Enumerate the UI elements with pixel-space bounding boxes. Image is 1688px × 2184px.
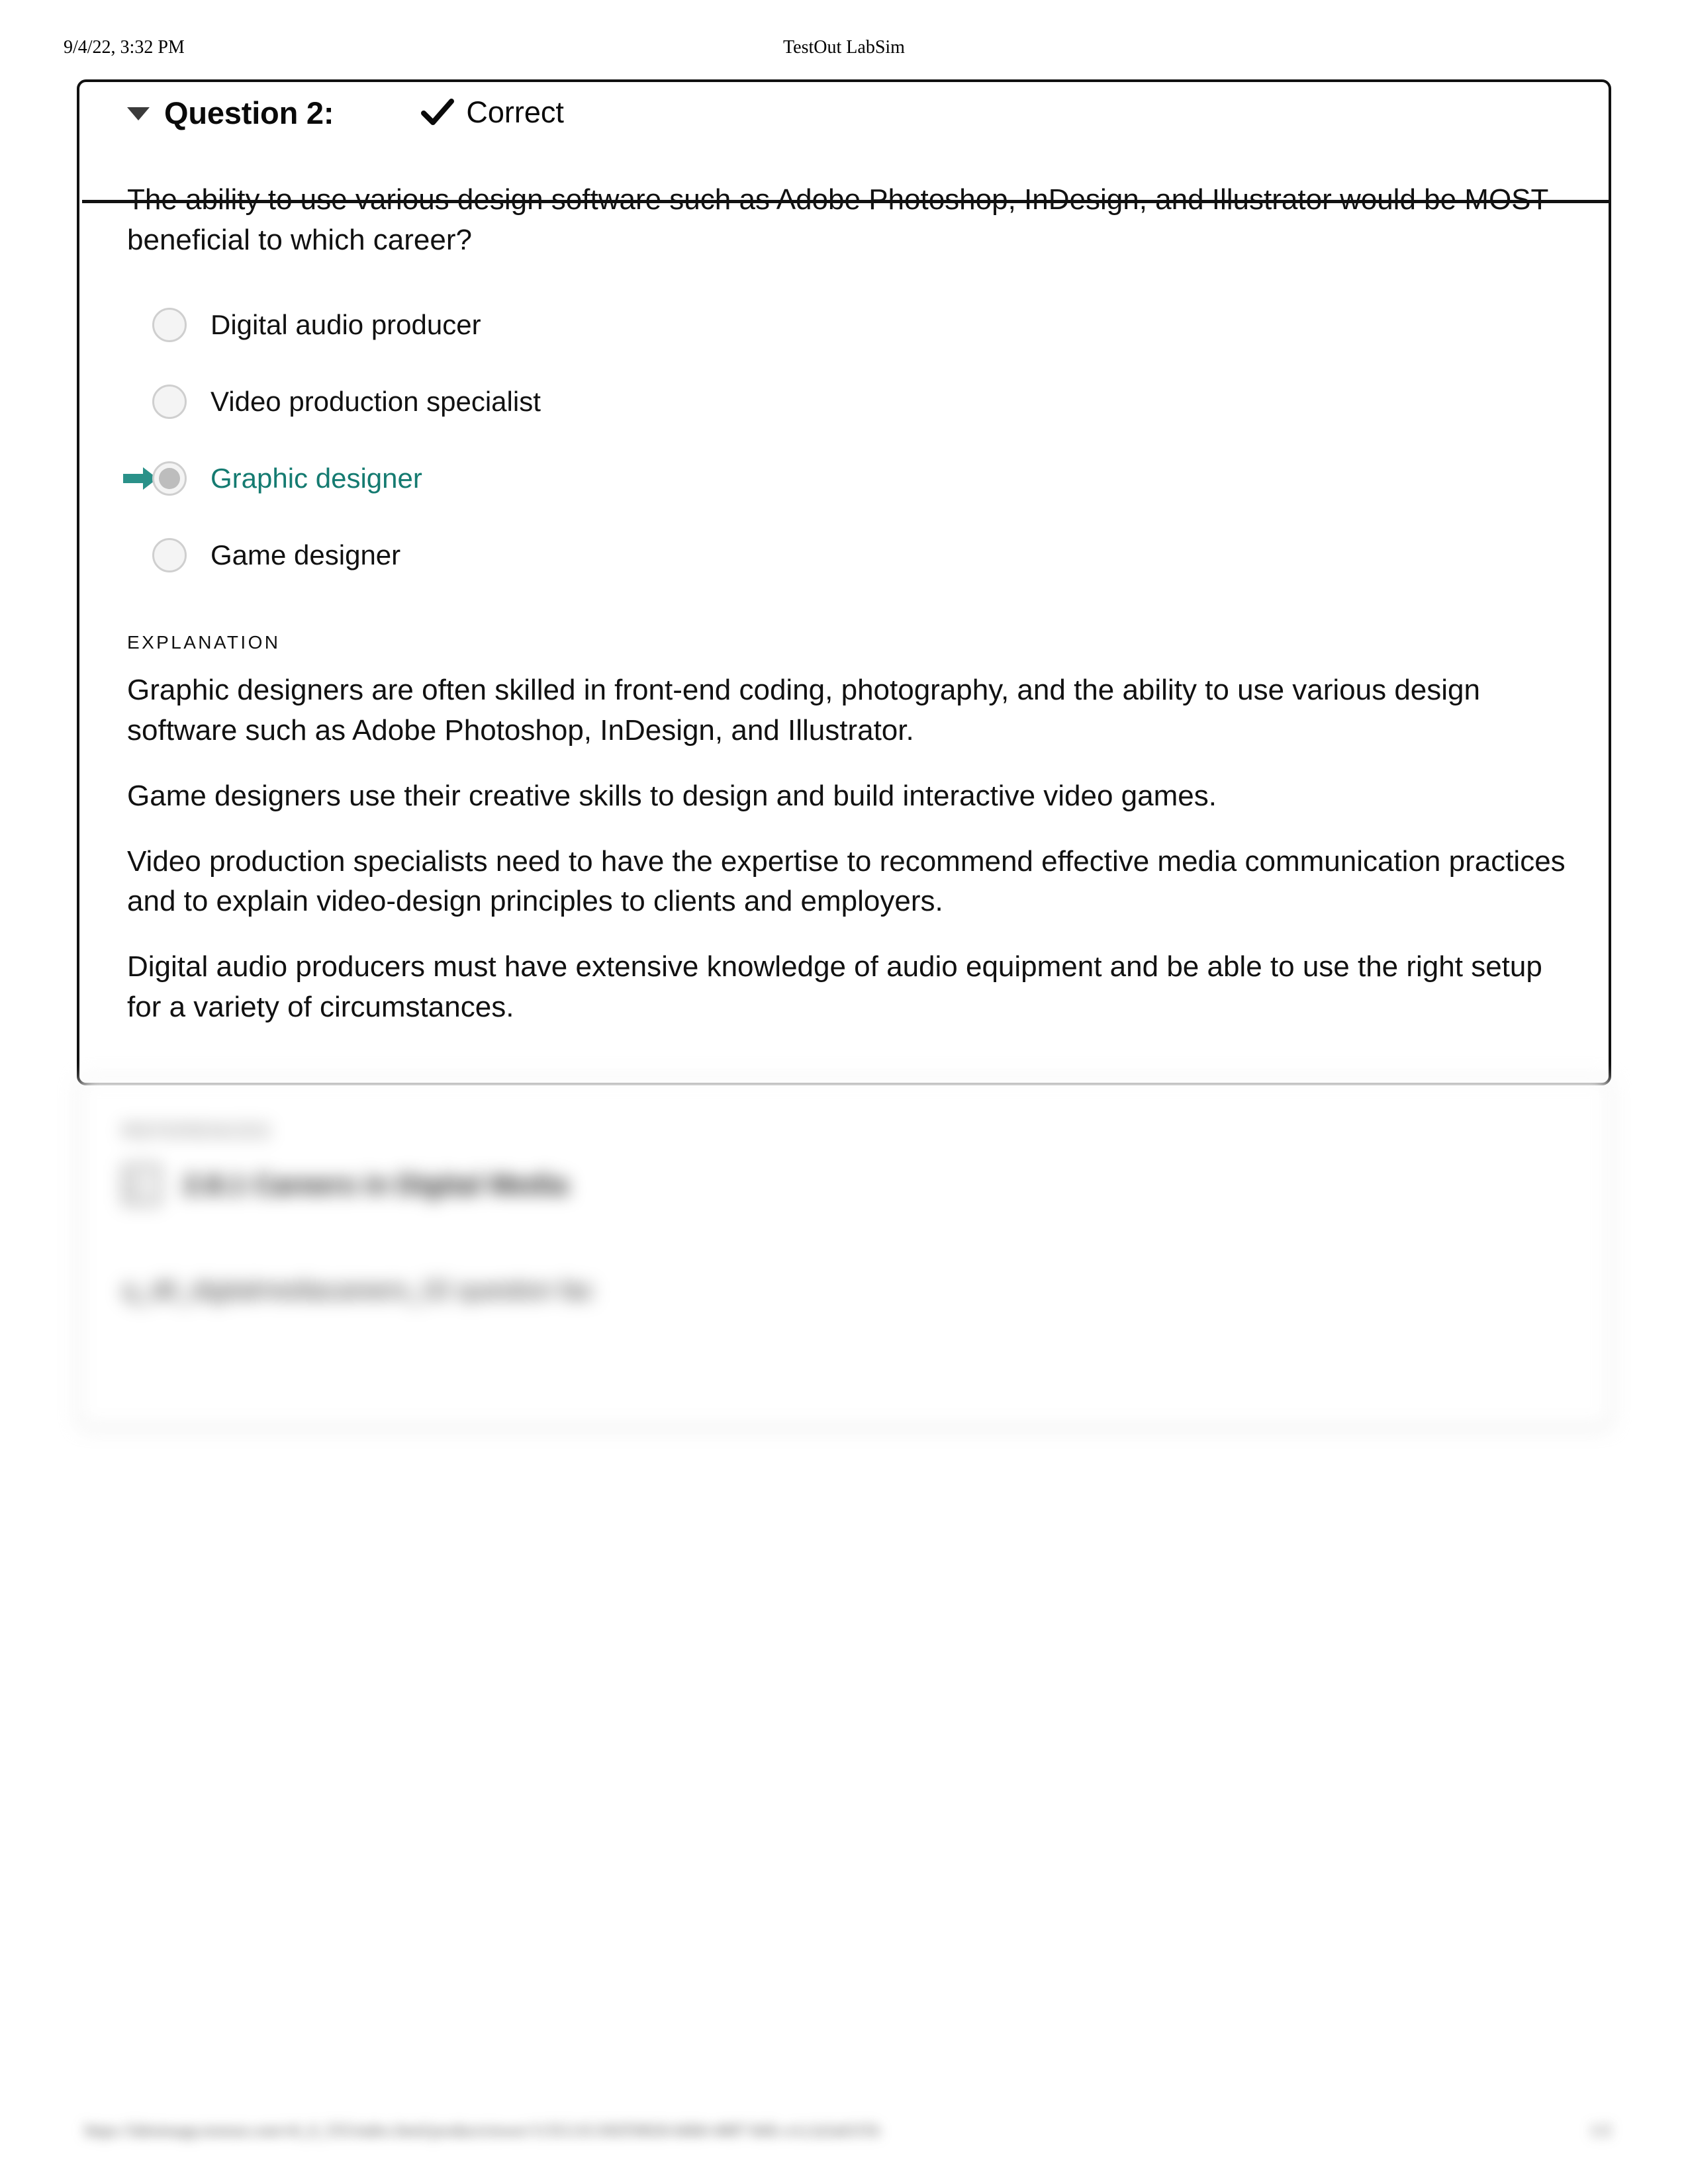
option-label: Graphic designer: [211, 463, 422, 494]
print-title: TestOut LabSim: [783, 37, 905, 58]
explanation-paragraph: Game designers use their creative skills…: [127, 779, 1217, 812]
option-label: Digital audio producer: [211, 309, 481, 341]
question-header[interactable]: Question 2: Correct: [79, 82, 1609, 143]
explanation-paragraph: Digital audio producers must have extens…: [127, 950, 1542, 1023]
option-label: Game designer: [211, 539, 401, 571]
option-row[interactable]: Video production specialist: [152, 363, 1566, 440]
triangle-down-icon[interactable]: [127, 107, 150, 120]
question-code: q_dtl_digitalmediacareers_02 question fa…: [122, 1277, 594, 1304]
book-icon: [122, 1164, 161, 1205]
explanation-paragraph: Graphic designers are often skilled in f…: [127, 674, 1480, 747]
verdict-badge: Correct: [421, 95, 564, 130]
print-footer-url: https://labsimapp.testout.com/v6_0_555/i…: [85, 2122, 880, 2140]
verdict-text: Correct: [466, 95, 564, 129]
references-panel: REFERENCES 2.8.1 Careers in Digital Medi…: [78, 1077, 1611, 1427]
print-footer-page: 1/2: [1590, 2122, 1611, 2140]
radio-button[interactable]: [152, 308, 187, 343]
header-divider: [82, 200, 1609, 203]
explanation-paragraph: Video production specialists need to hav…: [127, 844, 1566, 918]
checkmark-icon: [421, 97, 455, 128]
question-text: The ability to use various design softwa…: [127, 183, 1548, 256]
option-row-correct[interactable]: Graphic designer: [123, 440, 1566, 517]
print-footer: https://labsimapp.testout.com/v6_0_555/i…: [0, 2122, 1688, 2155]
answer-options: Digital audio producer Video production …: [123, 287, 1566, 594]
reference-label: 2.8.1 Careers in Digital Media: [183, 1169, 569, 1200]
explanation-heading: EXPLANATION: [127, 632, 281, 653]
option-row[interactable]: Game designer: [152, 517, 1566, 594]
explanation-body: Graphic designers are often skilled in f…: [127, 670, 1566, 1027]
option-label: Video production specialist: [211, 386, 541, 418]
reference-link[interactable]: 2.8.1 Careers in Digital Media: [122, 1164, 1609, 1205]
radio-button[interactable]: [152, 538, 187, 573]
radio-button-selected[interactable]: [152, 461, 187, 496]
question-body: The ability to use various design softwa…: [79, 180, 1609, 1027]
references-heading: REFERENCES: [122, 1120, 272, 1141]
question-label: Question 2:: [164, 95, 334, 130]
radio-button[interactable]: [152, 385, 187, 420]
print-header: 9/4/22, 3:32 PM TestOut LabSim: [0, 37, 1688, 64]
option-row[interactable]: Digital audio producer: [152, 287, 1566, 363]
question-card: Question 2: Correct The ability to use v…: [77, 79, 1611, 1085]
